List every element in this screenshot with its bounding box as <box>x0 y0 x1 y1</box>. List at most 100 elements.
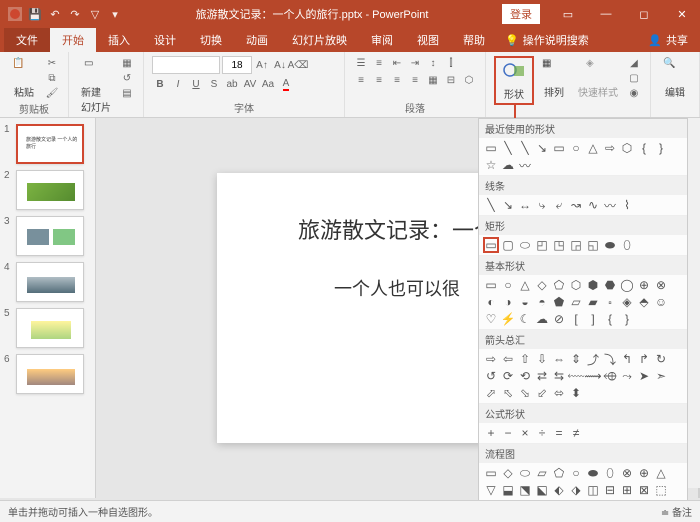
login-button[interactable]: 登录 <box>502 4 540 24</box>
arrange-button[interactable]: ▦ 排列 <box>538 56 570 101</box>
shape-a13[interactable]: ⟳ <box>500 368 516 384</box>
shape-hex[interactable]: ⬡ <box>619 140 635 156</box>
shape-b16[interactable]: ⬟ <box>551 294 567 310</box>
shape-l4[interactable]: ⤷ <box>534 197 550 213</box>
tab-slideshow[interactable]: 幻灯片放映 <box>280 28 359 52</box>
tab-file[interactable]: 文件 <box>4 28 50 52</box>
indent-inc-icon[interactable]: ⇥ <box>407 56 423 70</box>
shape-a4[interactable]: ⇩ <box>534 351 550 367</box>
shape-b25[interactable]: ☾ <box>517 311 533 327</box>
tab-insert[interactable]: 插入 <box>96 28 142 52</box>
font-family-select[interactable] <box>152 56 220 74</box>
font-color-icon[interactable]: A <box>278 77 294 91</box>
tab-design[interactable]: 设计 <box>142 28 188 52</box>
spacing-icon[interactable]: AV <box>242 77 258 91</box>
shape-f10[interactable]: ⊕ <box>636 465 652 481</box>
shape-f22[interactable]: ⬚ <box>653 482 669 498</box>
shape-l8[interactable]: 〰 <box>602 197 618 213</box>
shape-line2[interactable]: ╲ <box>517 140 533 156</box>
shape-f16[interactable]: ⬖ <box>551 482 567 498</box>
shape-b21[interactable]: ⬘ <box>636 294 652 310</box>
shape-r7[interactable]: ◱ <box>585 237 601 253</box>
shape-f12[interactable]: ▽ <box>483 482 499 498</box>
shape-a6[interactable]: ⇕ <box>568 351 584 367</box>
thumb-1[interactable]: 旅游散文记录 一个人的旅行 <box>16 124 84 164</box>
shape-f14[interactable]: ⬔ <box>517 482 533 498</box>
bullets-icon[interactable]: ☰ <box>353 56 369 70</box>
shape-a23[interactable]: ⬀ <box>483 385 499 401</box>
shape-l6[interactable]: ↝ <box>568 197 584 213</box>
shape-a7[interactable]: ⤴ <box>585 351 601 367</box>
shape-b24[interactable]: ⚡ <box>500 311 516 327</box>
shape-connector[interactable]: ↘ <box>534 140 550 156</box>
line-spacing-icon[interactable]: ↕ <box>425 56 441 70</box>
shape-a11[interactable]: ↻ <box>653 351 669 367</box>
tab-help[interactable]: 帮助 <box>451 28 497 52</box>
underline-icon[interactable]: U <box>188 77 204 91</box>
grow-font-icon[interactable]: A↑ <box>254 58 270 72</box>
shape-e2[interactable]: − <box>500 425 516 441</box>
align-right-icon[interactable]: ≡ <box>389 73 405 87</box>
shape-b28[interactable]: [ <box>568 311 584 327</box>
shape-a20[interactable]: ⤳ <box>619 368 635 384</box>
shape-l9[interactable]: ⌇ <box>619 197 635 213</box>
align-center-icon[interactable]: ≡ <box>371 73 387 87</box>
shape-a26[interactable]: ⬃ <box>534 385 550 401</box>
shape-b19[interactable]: ⬞ <box>602 294 618 310</box>
shape-a10[interactable]: ↱ <box>636 351 652 367</box>
shape-f8[interactable]: ⬯ <box>602 465 618 481</box>
bold-icon[interactable]: B <box>152 77 168 91</box>
shape-e1[interactable]: + <box>483 425 499 441</box>
shape-a1[interactable]: ⇨ <box>483 351 499 367</box>
shape-r8[interactable]: ⬬ <box>602 237 618 253</box>
shape-f20[interactable]: ⊞ <box>619 482 635 498</box>
shape-rbrace[interactable]: } <box>653 140 669 156</box>
shape-b3[interactable]: △ <box>517 277 533 293</box>
font-size-select[interactable] <box>222 56 252 74</box>
shape-e3[interactable]: × <box>517 425 533 441</box>
shape-l7[interactable]: ∿ <box>585 197 601 213</box>
shape-b22[interactable]: ☺ <box>653 294 669 310</box>
shadow-icon[interactable]: ab <box>224 77 240 91</box>
shape-f18[interactable]: ◫ <box>585 482 601 498</box>
shape-a14[interactable]: ⟲ <box>517 368 533 384</box>
thumb-2[interactable] <box>16 170 84 210</box>
shape-fill-icon[interactable]: ◢ <box>626 56 642 70</box>
new-slide-button[interactable]: ▭ 新建 幻灯片 <box>77 56 115 116</box>
shape-r4[interactable]: ◰ <box>534 237 550 253</box>
shape-b23[interactable]: ♡ <box>483 311 499 327</box>
shape-outline-icon[interactable]: ▢ <box>626 71 642 85</box>
thumb-6[interactable] <box>16 354 84 394</box>
tab-view[interactable]: 视图 <box>405 28 451 52</box>
case-icon[interactable]: Aa <box>260 77 276 91</box>
shape-a5[interactable]: ⇔ <box>551 351 567 367</box>
shape-a2[interactable]: ⇦ <box>500 351 516 367</box>
shape-b14[interactable]: ◒ <box>517 294 533 310</box>
shape-arrow[interactable]: ⇨ <box>602 140 618 156</box>
shape-a27[interactable]: ⬄ <box>551 385 567 401</box>
shape-f7[interactable]: ⬬ <box>585 465 601 481</box>
shape-a18[interactable]: ⟿ <box>585 368 601 384</box>
close-icon[interactable]: ✕ <box>664 0 700 28</box>
shape-line[interactable]: ╲ <box>500 140 516 156</box>
shape-b10[interactable]: ⊕ <box>636 277 652 293</box>
numbering-icon[interactable]: ≡ <box>371 56 387 70</box>
thumb-5[interactable] <box>16 308 84 348</box>
shape-b13[interactable]: ◑ <box>500 294 516 310</box>
shape-b20[interactable]: ◈ <box>619 294 635 310</box>
share-button[interactable]: 👤共享 <box>636 28 700 52</box>
shape-r9[interactable]: ⬯ <box>619 237 635 253</box>
shape-a12[interactable]: ↺ <box>483 368 499 384</box>
text-direction-icon[interactable]: ⫿ <box>443 56 459 70</box>
shape-f17[interactable]: ⬗ <box>568 482 584 498</box>
shape-f3[interactable]: ⬭ <box>517 465 533 481</box>
shape-b6[interactable]: ⬡ <box>568 277 584 293</box>
editing-button[interactable]: 🔍 编辑 <box>659 56 691 101</box>
shape-cloud[interactable]: ☁ <box>500 157 516 173</box>
shape-b15[interactable]: ◓ <box>534 294 550 310</box>
shape-a28[interactable]: ⬍ <box>568 385 584 401</box>
shape-star[interactable]: ☆ <box>483 157 499 173</box>
shape-b11[interactable]: ⊗ <box>653 277 669 293</box>
shape-a25[interactable]: ⬂ <box>517 385 533 401</box>
columns-icon[interactable]: ▦ <box>425 73 441 87</box>
